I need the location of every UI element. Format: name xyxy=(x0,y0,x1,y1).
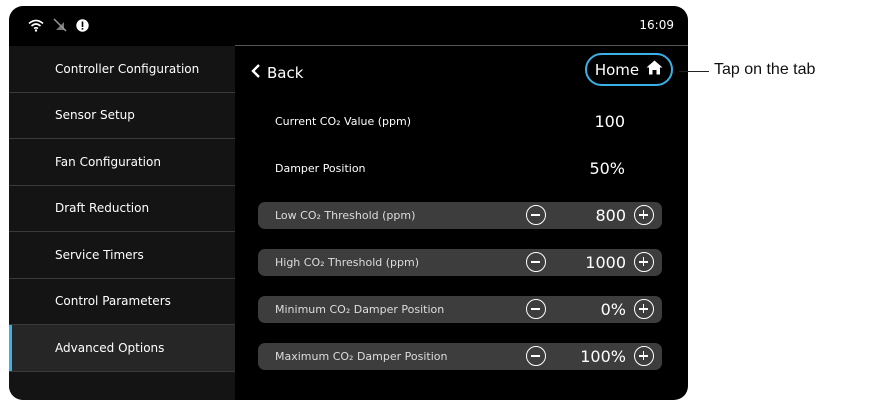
setting-value: 0% xyxy=(600,300,626,319)
info-label: Current CO₂ Value (ppm) xyxy=(275,114,412,128)
wifi-icon xyxy=(28,19,44,32)
info-value: 100 xyxy=(594,111,625,131)
minus-circle-icon[interactable] xyxy=(526,252,546,272)
minus-circle-icon[interactable] xyxy=(526,205,546,225)
status-bar: 16:09 xyxy=(9,6,688,44)
home-icon xyxy=(646,60,663,79)
sidebar-item-draft-reduction[interactable]: Draft Reduction xyxy=(9,186,235,232)
callout-line xyxy=(679,71,709,72)
status-icons xyxy=(28,18,89,32)
device-screen: 16:09 Controller Configuration Sensor Se… xyxy=(9,6,688,400)
home-button[interactable]: Home xyxy=(585,53,673,86)
minimum-co2-damper-row: Minimum CO₂ Damper Position 0% xyxy=(258,296,662,323)
minus-circle-icon[interactable] xyxy=(526,346,546,366)
setting-value: 800 xyxy=(595,206,626,225)
clock: 16:09 xyxy=(639,18,674,32)
damper-position-row: Damper Position 50% xyxy=(275,158,655,178)
low-co2-threshold-row: Low CO₂ Threshold (ppm) 800 xyxy=(258,202,662,229)
home-label: Home xyxy=(594,60,640,79)
setting-label: Minimum CO₂ Damper Position xyxy=(275,303,445,316)
chevron-left-icon xyxy=(251,64,261,82)
setting-label: Low CO₂ Threshold (ppm) xyxy=(275,209,416,222)
setting-value: 100% xyxy=(580,347,626,366)
sidebar-item-advanced-options[interactable]: Advanced Options xyxy=(9,325,235,372)
sidebar-item-controller-configuration[interactable]: Controller Configuration xyxy=(9,46,235,93)
callout-text: Tap on the tab xyxy=(714,61,816,78)
minus-circle-icon[interactable] xyxy=(526,299,546,319)
info-value: 50% xyxy=(589,158,625,178)
sidebar-item-service-timers[interactable]: Service Timers xyxy=(9,232,235,279)
sidebar-item-fan-configuration[interactable]: Fan Configuration xyxy=(9,139,235,186)
main-content: Back Home Current CO₂ Value (ppm) 100 Da… xyxy=(235,46,688,400)
back-label: Back xyxy=(267,64,304,82)
info-label: Damper Position xyxy=(275,161,366,175)
setting-value: 1000 xyxy=(585,253,626,272)
plus-circle-icon[interactable] xyxy=(634,205,654,225)
sidebar-item-control-parameters[interactable]: Control Parameters xyxy=(9,279,235,325)
back-button[interactable]: Back xyxy=(251,64,303,82)
sidebar-item-sensor-setup[interactable]: Sensor Setup xyxy=(9,93,235,139)
current-co2-row: Current CO₂ Value (ppm) 100 xyxy=(275,111,655,131)
maximum-co2-damper-row: Maximum CO₂ Damper Position 100% xyxy=(258,343,662,370)
setting-label: Maximum CO₂ Damper Position xyxy=(275,350,448,363)
plus-circle-icon[interactable] xyxy=(634,252,654,272)
plus-circle-icon[interactable] xyxy=(634,346,654,366)
alert-icon xyxy=(76,18,89,32)
high-co2-threshold-row: High CO₂ Threshold (ppm) 1000 xyxy=(258,249,662,276)
no-bluetooth-icon xyxy=(52,18,68,32)
sidebar: Controller Configuration Sensor Setup Fa… xyxy=(9,46,235,400)
plus-circle-icon[interactable] xyxy=(634,299,654,319)
setting-label: High CO₂ Threshold (ppm) xyxy=(275,256,419,269)
